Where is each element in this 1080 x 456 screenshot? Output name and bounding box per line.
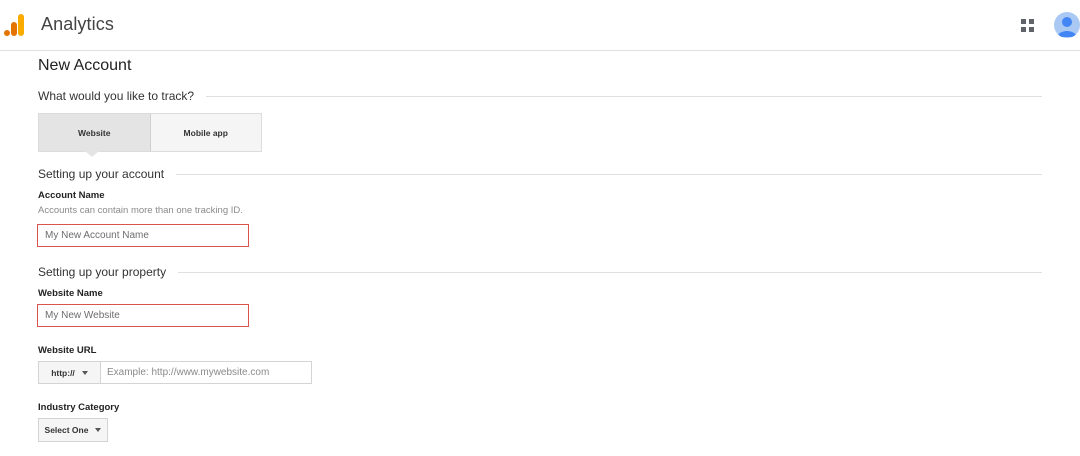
- property-section-header: Setting up your property: [38, 264, 1042, 280]
- protocol-select[interactable]: http://: [38, 361, 101, 384]
- divider: [206, 95, 1042, 97]
- track-section-header: What would you like to track?: [38, 88, 1042, 104]
- analytics-bars-icon[interactable]: [4, 13, 28, 37]
- track-question: What would you like to track?: [38, 89, 195, 103]
- property-section-title: Setting up your property: [38, 265, 167, 279]
- app-title[interactable]: Analytics: [41, 14, 114, 35]
- account-name-label: Account Name: [38, 190, 105, 201]
- divider: [176, 173, 1042, 175]
- website-name-input[interactable]: [37, 304, 249, 327]
- industry-category-value: Select One: [44, 425, 89, 435]
- account-name-input[interactable]: [37, 224, 249, 247]
- website-name-label: Website Name: [38, 288, 103, 299]
- industry-category-select[interactable]: Select One: [38, 418, 108, 442]
- website-url-label: Website URL: [38, 345, 97, 356]
- website-url-input[interactable]: [101, 361, 312, 384]
- website-option-button[interactable]: Website: [39, 114, 151, 151]
- protocol-value: http://: [51, 367, 75, 378]
- mobile-app-option-button[interactable]: Mobile app: [150, 114, 261, 151]
- account-section-header: Setting up your account: [38, 166, 1042, 182]
- divider: [178, 271, 1042, 273]
- account-name-help: Accounts can contain more than one track…: [38, 205, 243, 216]
- account-section-title: Setting up your account: [38, 167, 165, 181]
- page-title: New Account: [38, 57, 132, 74]
- track-type-toggle: Website Mobile app: [38, 113, 262, 152]
- account-avatar-icon[interactable]: [1054, 12, 1080, 38]
- selected-pointer: [85, 151, 99, 157]
- website-url-group: http://: [38, 361, 312, 384]
- industry-category-label: Industry Category: [38, 402, 120, 413]
- top-bar: Analytics: [0, 0, 1080, 51]
- apps-grid-icon[interactable]: [1021, 19, 1035, 33]
- chevron-down-icon: [81, 370, 88, 375]
- chevron-down-icon: [95, 428, 102, 432]
